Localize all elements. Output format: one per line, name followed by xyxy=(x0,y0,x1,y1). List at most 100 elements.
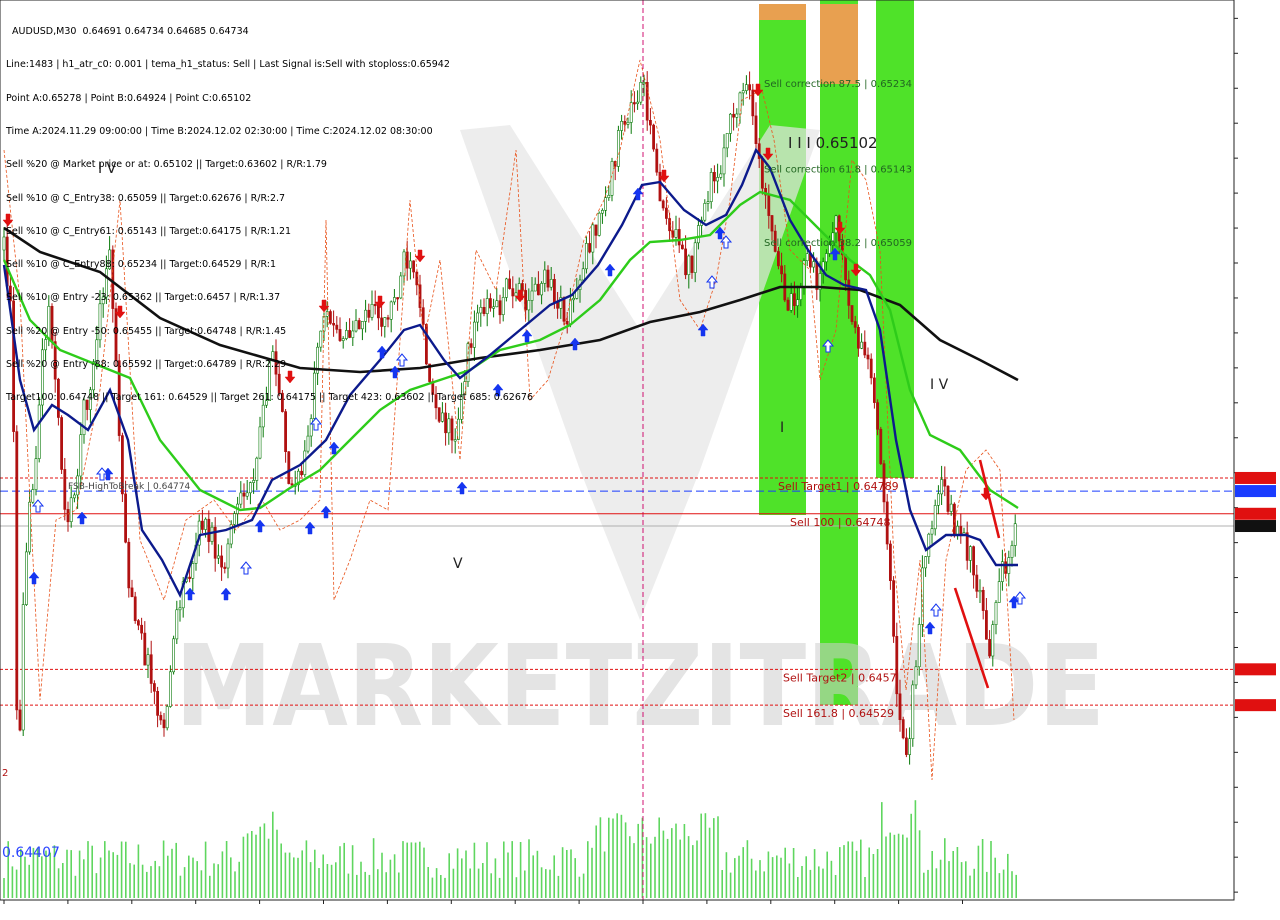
candle-body xyxy=(591,224,595,253)
candle-body xyxy=(844,254,848,281)
candle-body xyxy=(892,580,896,637)
candle-body xyxy=(975,574,979,592)
candle-body xyxy=(175,609,179,640)
candle-body xyxy=(217,555,220,559)
candle-body xyxy=(143,632,147,666)
candle-body xyxy=(172,638,176,673)
candle-body xyxy=(597,212,601,236)
indicator-info-panel: AUDUSD,M30 0.64691 0.64734 0.64685 0.647… xyxy=(6,4,533,426)
candle-body xyxy=(946,485,950,512)
candle-body xyxy=(252,480,256,483)
candle-body xyxy=(754,115,758,145)
candle-body xyxy=(719,173,723,178)
candle-body xyxy=(124,493,128,543)
candle-body xyxy=(687,255,691,276)
candle-body xyxy=(696,225,700,244)
candle-body xyxy=(911,684,915,740)
candle-body xyxy=(815,261,819,290)
candle-body xyxy=(239,492,243,505)
candle-body xyxy=(306,435,310,452)
candle-body xyxy=(255,457,259,481)
candle-body xyxy=(18,709,22,731)
volume-low-label: 0.64407 xyxy=(2,845,60,861)
candle-body xyxy=(680,244,684,250)
candle-body xyxy=(636,101,640,104)
candle-body xyxy=(805,253,809,261)
level-label: Sell 100 | 0.64748 xyxy=(790,516,891,529)
chart-window[interactable]: MARKETZITRADE Sell correction 87.5 | 0.6… xyxy=(0,0,1280,920)
candle-body xyxy=(303,450,307,476)
info-line: Sell %10 @ C_Entry88: 0.65234 || Target:… xyxy=(6,259,276,271)
candle-body xyxy=(728,113,732,134)
candle-body xyxy=(748,84,752,91)
candle-body xyxy=(233,513,236,525)
candle-body xyxy=(940,479,944,495)
candle-body xyxy=(581,268,585,281)
candle-body xyxy=(924,556,928,569)
candle-body xyxy=(879,428,883,464)
candle-body xyxy=(901,719,905,739)
candle-body xyxy=(693,242,697,273)
info-line: Point A:0.65278 | Point B:0.64924 | Poin… xyxy=(6,92,252,104)
candle-body xyxy=(34,458,38,490)
candle-body xyxy=(546,269,550,288)
symbol-header: AUDUSD,M30 0.64691 0.64734 0.64685 0.647… xyxy=(6,26,533,37)
candle-body xyxy=(556,302,560,309)
level-label: Sell correction 87.5 | 0.65234 xyxy=(764,79,912,90)
candle-body xyxy=(725,133,729,149)
candle-body xyxy=(63,469,67,510)
candle-body xyxy=(73,494,76,499)
candle-body xyxy=(722,147,726,175)
candle-body xyxy=(258,426,262,459)
candle-body xyxy=(914,666,918,686)
candle-body xyxy=(639,82,643,103)
candle-body xyxy=(1010,545,1014,558)
candle-body xyxy=(453,439,457,442)
candle-body xyxy=(959,525,963,536)
candle-body xyxy=(24,551,28,605)
candle-body xyxy=(562,297,566,322)
candle-body xyxy=(287,451,291,484)
candle-body xyxy=(661,200,665,209)
candle-body xyxy=(552,278,556,303)
candle-body xyxy=(15,431,19,711)
candle-body xyxy=(130,587,134,598)
candle-body xyxy=(207,518,211,542)
time-axis-panel xyxy=(0,900,1280,920)
candle-body xyxy=(972,546,976,576)
candle-body xyxy=(664,207,668,219)
candle-body xyxy=(735,113,739,118)
candle-body xyxy=(930,528,934,535)
candle-body xyxy=(968,546,972,561)
watermark-text: MARKETZITRADE xyxy=(175,622,1105,752)
candle-body xyxy=(127,541,131,589)
candle-body xyxy=(21,604,25,731)
candle-body xyxy=(648,120,652,126)
candle-body xyxy=(872,377,876,403)
candle-body xyxy=(584,243,588,270)
candle-body xyxy=(133,596,137,621)
fsb-label: FSB-HighToBreak | 0.64774 xyxy=(68,482,190,492)
info-line: Sell %20 @ Entry -50: 0.65455 || Target:… xyxy=(6,325,287,337)
signal-zone-orange xyxy=(759,4,806,20)
candle-body xyxy=(684,248,688,276)
candle-body xyxy=(249,482,252,494)
candle-body xyxy=(137,620,140,626)
candle-body xyxy=(178,607,182,611)
candle-body xyxy=(997,581,1001,603)
candle-body xyxy=(156,690,160,716)
candle-body xyxy=(674,229,678,238)
candle-body xyxy=(543,269,547,284)
candle-body xyxy=(888,543,892,582)
candle-body xyxy=(626,122,630,125)
candle-body xyxy=(712,172,716,182)
candle-body xyxy=(741,90,745,94)
level-label: Sell Target2 | 0.6457 xyxy=(783,671,897,684)
price-axis-panel xyxy=(1234,0,1280,920)
info-line: Sell %10 @ C_Entry38: 0.65059 || Target:… xyxy=(6,192,286,204)
candle-body xyxy=(917,623,921,668)
candle-body xyxy=(850,305,854,322)
info-line: Sell %10 @ Entry -23: 0.65362 || Target:… xyxy=(6,292,281,304)
candle-body xyxy=(732,113,736,118)
candle-body xyxy=(952,503,956,535)
